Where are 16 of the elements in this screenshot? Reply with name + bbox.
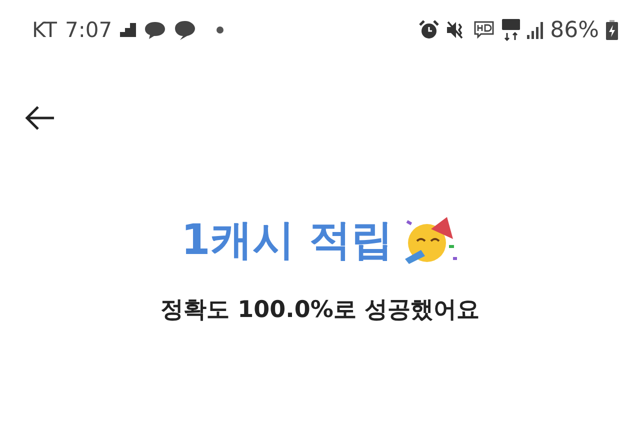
clock: 7:07 — [64, 18, 112, 42]
carrier-label: KT — [32, 18, 57, 42]
alarm-icon — [419, 20, 440, 40]
back-button[interactable] — [24, 104, 56, 132]
talk-bubble-icon — [174, 20, 196, 40]
battery-charging-icon — [606, 20, 618, 40]
party-emoji-icon — [402, 215, 459, 265]
stairs-icon — [120, 23, 136, 37]
signal-icon — [527, 21, 544, 39]
network-5g-icon — [502, 19, 520, 41]
battery-percent: 86% — [550, 18, 599, 42]
dot-icon — [216, 26, 224, 34]
chat-bubble-icon — [144, 21, 166, 39]
hd-icon — [473, 20, 496, 40]
accuracy-message: 정확도 100.0%로 성공했어요 — [160, 296, 480, 325]
reward-title: 1캐시 적립 — [181, 214, 393, 266]
